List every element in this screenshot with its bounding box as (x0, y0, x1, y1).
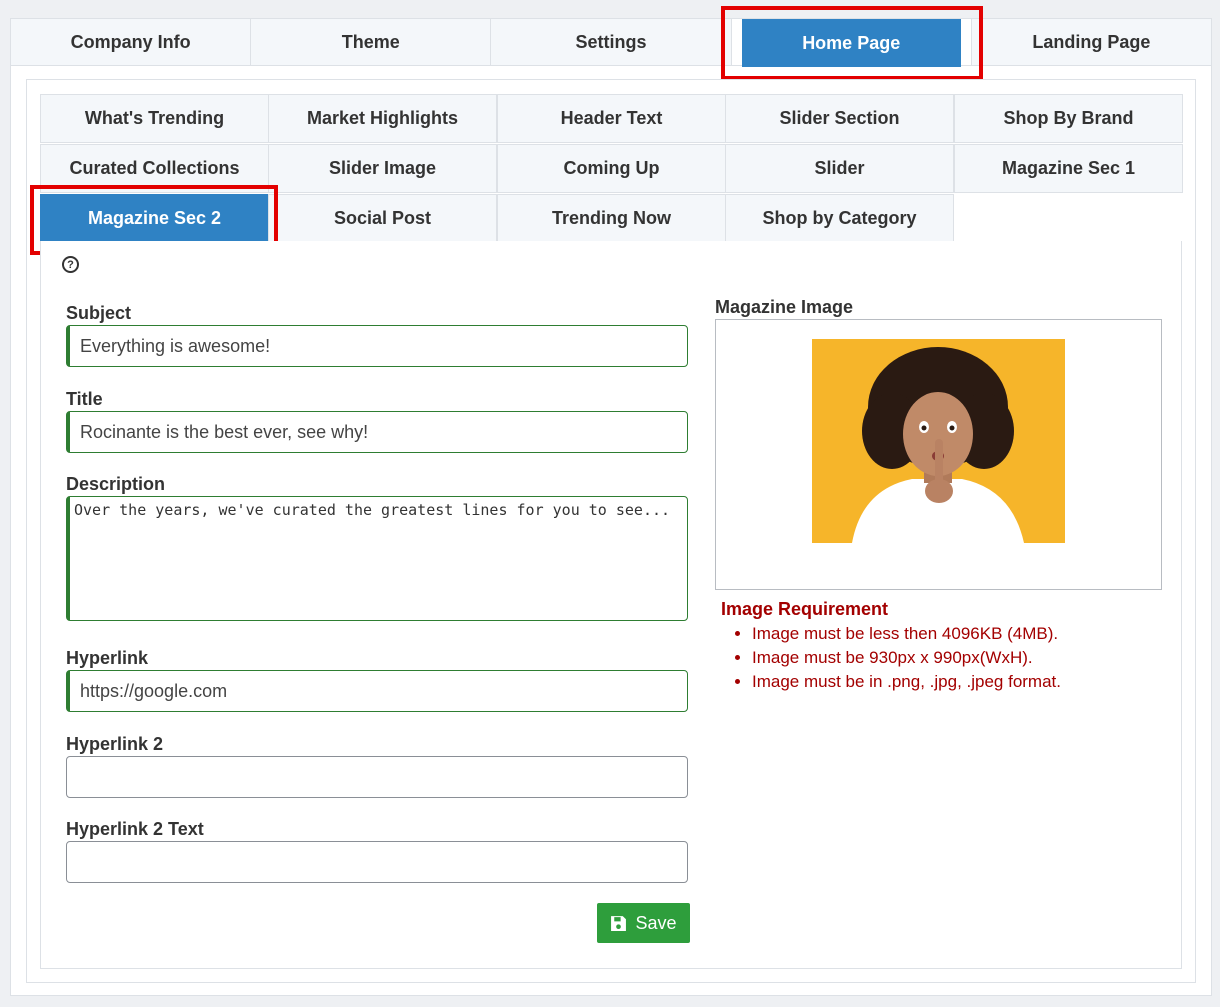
subtab-market-highlights[interactable]: Market Highlights (268, 94, 497, 143)
hyperlink-label: Hyperlink (66, 648, 149, 668)
help-icon[interactable]: ? (62, 256, 79, 273)
subject-label: Subject (66, 303, 132, 323)
subtab-magazine-sec-2[interactable]: Magazine Sec 2 (40, 194, 269, 243)
hyperlink-2-label: Hyperlink 2 (66, 734, 164, 754)
hyperlink-input[interactable]: https://google.com (66, 670, 688, 712)
tab-settings[interactable]: Settings (491, 18, 732, 66)
subtab-trending-now[interactable]: Trending Now (497, 194, 726, 243)
requirement-item: Image must be less then 4096KB (4MB). (752, 622, 1061, 646)
subtab-slider-section[interactable]: Slider Section (725, 94, 954, 143)
subtab-slider-image[interactable]: Slider Image (268, 144, 497, 193)
description-label: Description (66, 474, 166, 494)
title-input[interactable]: Rocinante is the best ever, see why! (66, 411, 688, 453)
subtab-header-text[interactable]: Header Text (497, 94, 726, 143)
tab-home-page-label: Home Page (741, 19, 961, 67)
tab-theme[interactable]: Theme (251, 18, 492, 66)
magazine-image-preview[interactable] (812, 339, 1065, 543)
subtab-magazine-sec-1[interactable]: Magazine Sec 1 (954, 144, 1183, 193)
description-textarea[interactable] (66, 496, 688, 621)
subtab-social-post[interactable]: Social Post (268, 194, 497, 243)
subtab-curated-collections[interactable]: Curated Collections (40, 144, 269, 193)
image-requirement-list: Image must be less then 4096KB (4MB). Im… (752, 622, 1061, 694)
requirement-item: Image must be in .png, .jpg, .jpeg forma… (752, 670, 1061, 694)
top-tab-bar: Company Info Theme Settings Home Page La… (10, 18, 1213, 67)
save-button[interactable]: Save (597, 903, 690, 943)
subtab-shop-by-brand[interactable]: Shop By Brand (954, 94, 1183, 143)
subtab-shop-by-category[interactable]: Shop by Category (725, 194, 954, 243)
hyperlink-2-text-input[interactable] (66, 841, 688, 883)
subtab-coming-up[interactable]: Coming Up (497, 144, 726, 193)
floppy-disk-icon (611, 915, 627, 931)
save-button-label: Save (635, 912, 677, 933)
title-label: Title (66, 389, 103, 409)
tab-landing-page[interactable]: Landing Page (971, 18, 1213, 66)
magazine-image-label: Magazine Image (715, 297, 854, 317)
requirement-item: Image must be 930px x 990px(WxH). (752, 646, 1061, 670)
image-requirement-title: Image Requirement (721, 599, 889, 619)
subtab-whats-trending[interactable]: What's Trending (40, 94, 269, 143)
tab-home-page[interactable]: Home Page (731, 18, 972, 67)
subject-input[interactable]: Everything is awesome! (66, 325, 688, 367)
tab-company-info[interactable]: Company Info (10, 18, 252, 66)
hyperlink-2-input[interactable] (66, 756, 688, 798)
hyperlink-2-text-label: Hyperlink 2 Text (66, 819, 204, 839)
subtab-slider[interactable]: Slider (725, 144, 954, 193)
